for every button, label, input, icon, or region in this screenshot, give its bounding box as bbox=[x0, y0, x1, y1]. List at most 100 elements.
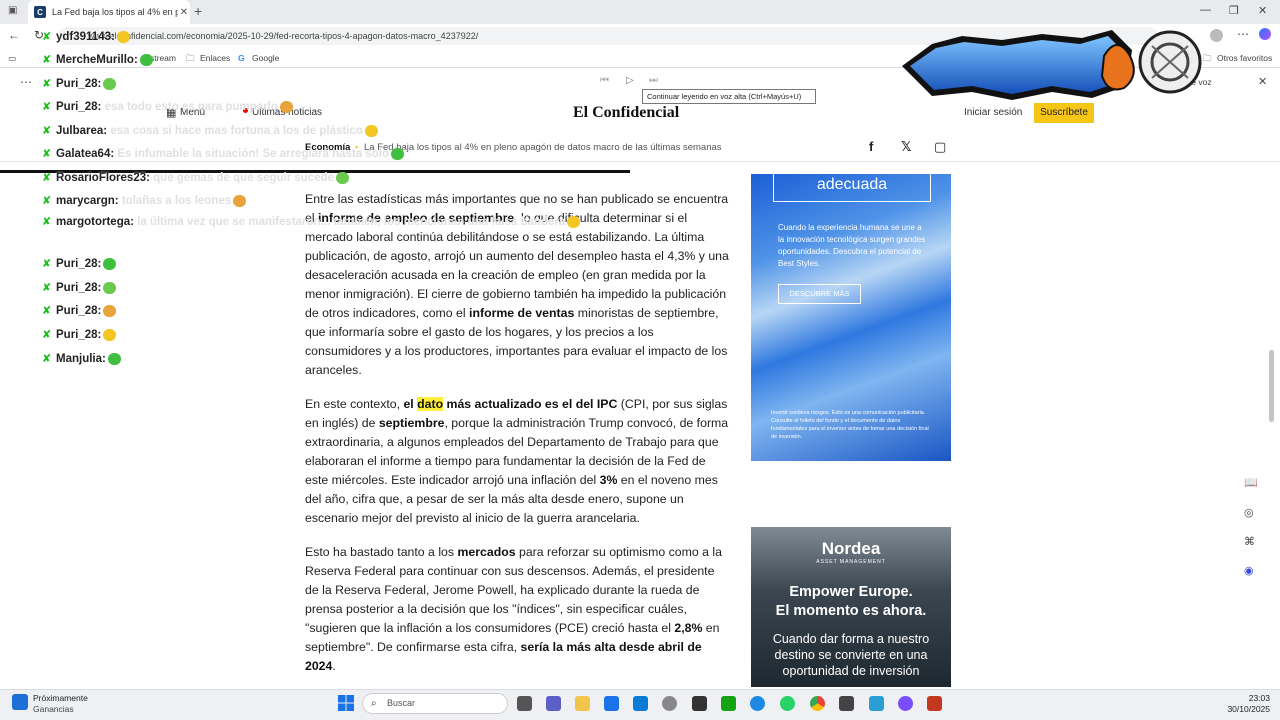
app-icon[interactable] bbox=[692, 696, 707, 711]
chat-message: ✘ Puri_28: esa todo esto es para pumparlo bbox=[42, 100, 293, 113]
chat-message: ✘ Puri_28: bbox=[42, 77, 117, 90]
clock-date[interactable]: 30/10/2025 bbox=[1212, 704, 1270, 714]
chat-badge-icon: ✘ bbox=[42, 125, 52, 137]
bookmarks-icon[interactable]: ▭ bbox=[8, 53, 16, 64]
chat-text: tolañas a los leones bbox=[118, 195, 232, 207]
whatsapp-icon[interactable] bbox=[780, 696, 795, 711]
bookmark-stream[interactable]: stream bbox=[150, 53, 176, 63]
reading-mode-icon[interactable]: 📖 bbox=[1244, 476, 1258, 489]
minimize-icon[interactable]: — bbox=[1200, 4, 1211, 16]
article-text-segment: el bbox=[403, 397, 418, 411]
google-icon: G bbox=[238, 53, 245, 63]
close-read-aloud-icon[interactable]: ✕ bbox=[1258, 75, 1267, 88]
chat-badge-icon: ✘ bbox=[42, 148, 52, 160]
bookmark-google[interactable]: Google bbox=[252, 53, 279, 63]
chat-badge-icon: ✘ bbox=[42, 78, 52, 90]
more-options-icon[interactable]: ⋯ bbox=[1237, 27, 1249, 41]
bookmark-enlaces[interactable]: Enlaces bbox=[200, 53, 230, 63]
app-blue-icon[interactable] bbox=[869, 696, 884, 711]
task-view-icon[interactable] bbox=[517, 696, 532, 711]
settings-icon[interactable] bbox=[662, 696, 677, 711]
next-paragraph-icon[interactable]: ⏭ bbox=[649, 75, 658, 86]
widget-subtitle: Ganancias bbox=[33, 704, 74, 714]
chat-badge-icon: ✘ bbox=[42, 282, 52, 294]
profile-avatar[interactable] bbox=[1210, 29, 1223, 42]
ad-best-styles[interactable]: adecuada Cuando la experiencia humana se… bbox=[751, 174, 951, 461]
chat-message: ✘ Puri_28: bbox=[42, 257, 117, 270]
article-text-segment: 2,8% bbox=[674, 621, 703, 635]
shortcut-icon[interactable]: ⌘ bbox=[1244, 535, 1255, 548]
read-aloud-menu-icon[interactable]: ⋯ bbox=[20, 75, 32, 89]
chat-username: ydf391143: bbox=[56, 31, 115, 43]
stream-logo bbox=[902, 30, 1202, 100]
close-tab-icon[interactable]: ✕ bbox=[178, 7, 190, 18]
chat-emote-icon bbox=[116, 30, 130, 43]
chat-username: Puri_28: bbox=[56, 78, 102, 90]
article-paragraph-2: En este contexto, el dato más actualizad… bbox=[305, 395, 730, 528]
start-icon[interactable] bbox=[338, 695, 354, 711]
login-link[interactable]: Iniciar sesión bbox=[964, 107, 1022, 118]
chrome-icon[interactable] bbox=[810, 696, 825, 711]
chat-message: ✘ RosarioFlores23: que gemas de que segui… bbox=[42, 171, 350, 184]
teams-icon[interactable] bbox=[546, 696, 561, 711]
chat-emote-icon bbox=[279, 100, 293, 113]
chat-message: ✘ Julbarea: esa cosa si hace mas fortuna … bbox=[42, 124, 378, 137]
chat-emote-icon bbox=[103, 257, 117, 270]
bookmark-other-favorites[interactable]: Otros favoritos bbox=[1217, 53, 1272, 63]
chat-message: ✘ Puri_28: bbox=[42, 304, 117, 317]
chat-emote-icon bbox=[103, 281, 117, 294]
chat-message: ✘ MercheMurillo: bbox=[42, 53, 153, 66]
chat-badge-icon: ✘ bbox=[42, 258, 52, 270]
ad-discover-button[interactable]: DESCUBRE MÁS bbox=[778, 284, 861, 304]
powerpoint-icon[interactable] bbox=[927, 696, 942, 711]
location-icon[interactable]: ◎ bbox=[1244, 506, 1254, 519]
chat-text: Es infumable la situación! Se arreglará … bbox=[114, 148, 390, 160]
previous-paragraph-icon[interactable]: ⏮ bbox=[600, 75, 609, 86]
chat-username: Puri_28: bbox=[56, 305, 102, 317]
ad-nordea[interactable]: Nordea ASSET MANAGEMENT Empower Europe. … bbox=[751, 527, 951, 687]
photos-icon[interactable] bbox=[633, 696, 648, 711]
chat-username: Galatea64: bbox=[56, 148, 115, 160]
widgets-icon[interactable] bbox=[12, 694, 28, 710]
chat-badge-icon: ✘ bbox=[42, 195, 52, 207]
chat-username: Puri_28: bbox=[56, 258, 102, 270]
chat-message: ✘ marycargn: tolañas a los leones bbox=[42, 194, 247, 207]
facebook-icon[interactable]: f bbox=[869, 139, 873, 154]
clock-time[interactable]: 23:03 bbox=[1222, 693, 1270, 703]
widget-title[interactable]: Próximamente bbox=[33, 693, 88, 703]
chat-username: Puri_28: bbox=[56, 329, 102, 341]
article-text-segment: dato bbox=[417, 397, 444, 411]
edge-icon[interactable] bbox=[750, 696, 765, 711]
new-tab-icon[interactable]: + bbox=[194, 3, 202, 19]
taskbar-search-input[interactable]: ⌕ Buscar bbox=[362, 693, 508, 714]
assistant-icon[interactable]: ◉ bbox=[1244, 564, 1254, 577]
close-window-icon[interactable]: ✕ bbox=[1258, 4, 1267, 17]
comments-icon[interactable]: ▢ bbox=[934, 139, 946, 155]
chat-username: Manjulia: bbox=[56, 353, 106, 365]
chat-emote-icon bbox=[139, 53, 153, 66]
active-tab[interactable]: C La Fed baja los tipos al 4% en ple ✕ bbox=[28, 0, 190, 24]
read-aloud-tooltip: Continuar leyendo en voz alta (Ctrl+Mayú… bbox=[642, 89, 816, 104]
obs-icon[interactable] bbox=[839, 696, 854, 711]
scrollbar-thumb[interactable] bbox=[1269, 350, 1274, 422]
site-brand[interactable]: El Confidencial bbox=[573, 104, 679, 122]
chat-username: Puri_28: bbox=[56, 101, 102, 113]
chat-emote-icon bbox=[233, 194, 247, 207]
favicon-icon: C bbox=[34, 6, 46, 18]
article-text-segment: Esto ha bastado tanto a los bbox=[305, 545, 458, 559]
file-explorer-icon[interactable] bbox=[575, 696, 590, 711]
maximize-icon[interactable]: ❐ bbox=[1229, 4, 1239, 17]
x-icon[interactable]: 𝕏 bbox=[901, 139, 911, 155]
chat-text: la última vez que se manifestaron... tam… bbox=[133, 216, 566, 228]
chat-text: esa todo esto es para pumparlo bbox=[101, 101, 278, 113]
outlook-icon[interactable] bbox=[604, 696, 619, 711]
app-green-icon[interactable] bbox=[721, 696, 736, 711]
back-icon[interactable]: ← bbox=[8, 28, 20, 42]
subscribe-button[interactable]: Suscríbete bbox=[1034, 103, 1094, 123]
tab-actions-icon[interactable]: ▣ bbox=[8, 5, 17, 16]
nordea-logo: Nordea bbox=[821, 539, 881, 558]
app-purple-icon[interactable] bbox=[898, 696, 913, 711]
play-icon[interactable]: ▷ bbox=[626, 75, 634, 86]
article-text-segment: mercados bbox=[457, 545, 516, 559]
copilot-icon[interactable] bbox=[1259, 28, 1271, 40]
